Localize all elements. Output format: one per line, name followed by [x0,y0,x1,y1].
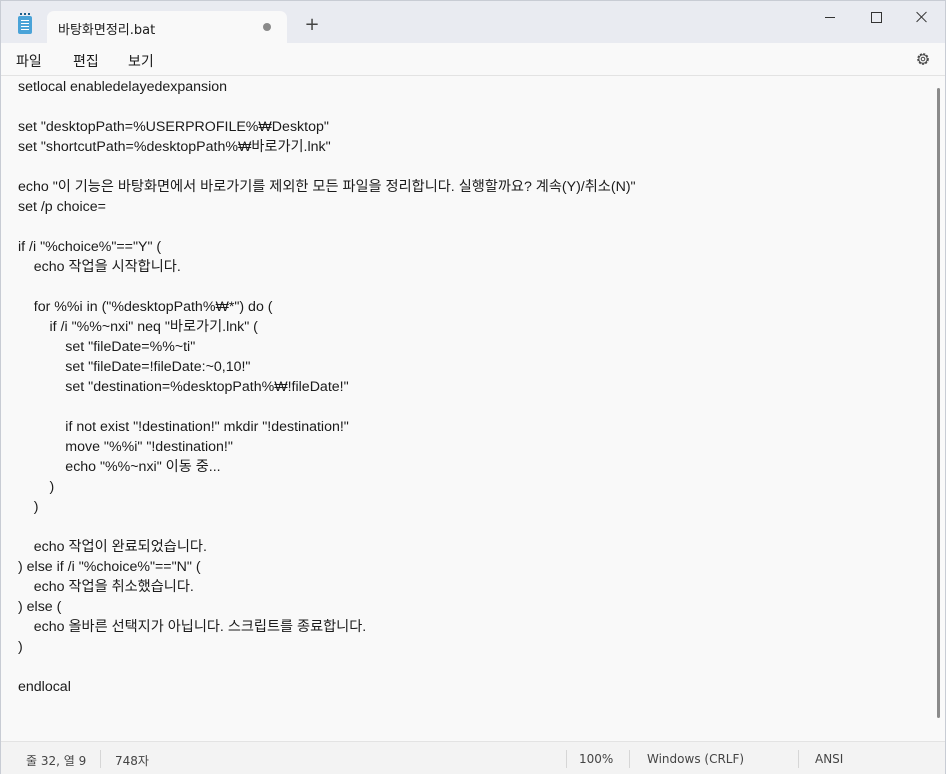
code-line[interactable]: for %%i in ("%desktopPath%₩*") do ( [18,297,636,317]
close-icon [916,11,928,23]
code-line[interactable]: setlocal enabledelayedexpansion [18,77,636,97]
code-line[interactable] [18,397,636,417]
code-line[interactable]: set /p choice= [18,197,636,217]
code-line[interactable]: if /i "%%~nxi" neq "바로가기.lnk" ( [18,317,636,337]
code-line[interactable]: echo 올바른 선택지가 아닙니다. 스크립트를 종료합니다. [18,617,636,637]
text-editor[interactable]: setlocal enabledelayedexpansion set "desk… [1,76,945,741]
code-line[interactable]: set "shortcutPath=%desktopPath%₩바로가기.lnk… [18,137,636,157]
notepad-app-icon [18,13,32,34]
tab-title: 바탕화면정리.bat [58,23,156,38]
code-line[interactable]: echo 작업을 시작합니다. [18,257,636,277]
code-line[interactable]: set "destination=%desktopPath%₩!fileDate… [18,377,636,397]
menu-view[interactable]: 보기 [128,51,154,71]
status-divider [566,750,567,768]
code-line[interactable]: ) else ( [18,597,636,617]
code-line[interactable] [18,277,636,297]
status-bar: 줄 32, 열 9 748자 100% Windows (CRLF) ANSI [1,741,945,774]
status-divider [100,750,101,768]
title-bar: 바탕화면정리.bat + [1,1,945,43]
code-line[interactable]: set "fileDate=!fileDate:~0,10!" [18,357,636,377]
new-tab-button[interactable]: + [303,16,321,34]
notepad-window: 바탕화면정리.bat + 파일 편집 보기 setlocal enabledel… [0,0,946,774]
status-divider [629,750,630,768]
encoding[interactable]: ANSI [815,752,843,766]
close-button[interactable] [899,1,945,33]
character-count: 748자 [115,754,149,768]
minimize-button[interactable] [807,1,853,33]
code-line[interactable]: if /i "%choice%"=="Y" ( [18,237,636,257]
code-line[interactable]: set "desktopPath=%USERPROFILE%₩Desktop" [18,117,636,137]
code-line[interactable]: echo 작업이 완료되었습니다. [18,537,636,557]
unsaved-dot-icon[interactable] [263,23,271,31]
code-line[interactable] [18,217,636,237]
menu-edit[interactable]: 편집 [73,51,99,71]
cursor-position: 줄 32, 열 9 [26,754,87,768]
code-line[interactable]: endlocal [18,677,636,697]
maximize-icon [870,11,882,23]
minimize-icon [825,16,835,18]
code-line[interactable]: if not exist "!destination!" mkdir "!des… [18,417,636,437]
tab-document[interactable]: 바탕화면정리.bat [47,11,287,43]
code-line[interactable]: ) else if /i "%choice%"=="N" ( [18,557,636,577]
zoom-level[interactable]: 100% [579,752,613,766]
code-line[interactable]: echo "%%~nxi" 이동 중... [18,457,636,477]
code-line[interactable] [18,657,636,677]
code-line[interactable]: move "%%i" "!destination!" [18,437,636,457]
code-line[interactable]: set "fileDate=%%~ti" [18,337,636,357]
gear-icon[interactable] [915,51,931,67]
menu-file[interactable]: 파일 [16,51,42,71]
vertical-scrollbar[interactable] [937,88,940,718]
code-line[interactable]: echo "이 기능은 바탕화면에서 바로가기를 제외한 모든 파일을 정리합니… [18,177,636,197]
menu-bar: 파일 편집 보기 [1,43,945,76]
code-line[interactable] [18,97,636,117]
status-divider [798,750,799,768]
code-line[interactable]: ) [18,637,636,657]
code-line[interactable]: ) [18,497,636,517]
code-line[interactable]: ) [18,477,636,497]
code-line[interactable] [18,157,636,177]
maximize-button[interactable] [853,1,899,33]
code-text[interactable]: setlocal enabledelayedexpansion set "desk… [18,77,636,697]
line-ending[interactable]: Windows (CRLF) [647,752,744,766]
code-line[interactable] [18,517,636,537]
code-line[interactable]: echo 작업을 취소했습니다. [18,577,636,597]
